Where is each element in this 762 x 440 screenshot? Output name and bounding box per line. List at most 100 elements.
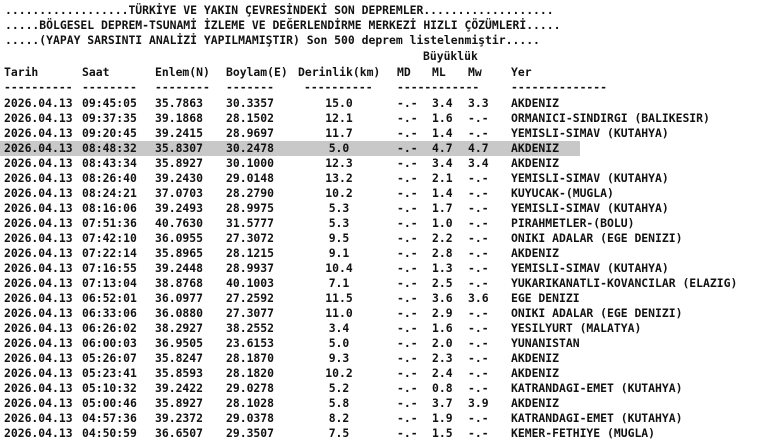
cell-latitude: 40.7630 [155,216,204,230]
cell-longitude: 30.1000 [226,156,275,170]
cell-depth: 12.3 [325,156,353,170]
cell-date: 2026.04.13 [4,366,73,380]
cell-md: -.- [397,306,418,320]
cell-latitude: 38.2927 [155,321,204,335]
cell-longitude: 30.2478 [226,141,275,155]
cell-longitude: 28.1502 [226,111,275,125]
cell-time: 07:16:55 [82,261,137,275]
cell-latitude: 36.9505 [155,336,204,350]
cell-time: 04:57:36 [82,411,137,425]
cell-longitude: 38.2552 [226,321,275,335]
cell-mw: 3.3 [468,96,489,110]
cell-date: 2026.04.13 [4,381,73,395]
cell-time: 09:37:35 [82,111,137,125]
cell-md: -.- [397,156,418,170]
cell-date: 2026.04.13 [4,216,73,230]
cell-md: -.- [397,171,418,185]
cell-location: YEMISLI-SIMAV (KUTAHYA) [511,261,669,275]
cell-longitude: 28.1028 [226,396,275,410]
cell-location: PIRAHMETLER-(BOLU) [511,216,635,230]
cell-depth: 11.0 [325,306,353,320]
cell-location: KEMER-FETHIYE (MUGLA) [511,426,656,440]
cell-date: 2026.04.13 [4,291,73,305]
cell-location: AKDENIZ [511,396,560,410]
cell-latitude: 35.8927 [155,396,204,410]
cell-depth: 9.3 [328,351,350,365]
cell-latitude: 36.0977 [155,291,204,305]
cell-date: 2026.04.13 [4,351,73,365]
cell-latitude: 36.0955 [155,231,204,245]
cell-latitude: 39.2430 [155,171,204,185]
cell-latitude: 37.0703 [155,186,204,200]
cell-longitude: 28.9697 [226,126,275,140]
cell-mw: -.- [468,306,489,320]
cell-time: 06:00:03 [82,336,137,350]
cell-md: -.- [397,366,418,380]
cell-longitude: 29.0278 [226,381,275,395]
cell-date: 2026.04.13 [4,336,73,350]
cell-mw: -.- [468,186,489,200]
cell-ml: 2.2 [432,231,453,245]
cell-ml: 1.3 [432,261,453,275]
cell-md: -.- [397,291,418,305]
cell-md: -.- [397,396,418,410]
cell-latitude: 39.2422 [155,381,204,395]
cell-mw: 3.6 [468,291,489,305]
earthquake-list-screen: ..................TÜRKİYE VE YAKIN ÇEVRE… [0,0,762,440]
cell-location: ORMANICI-SINDIRGI (BALIKESIR) [511,111,710,125]
cell-longitude: 40.1003 [226,276,275,290]
separator-date: ---------- [4,80,73,94]
cell-mw: 4.7 [468,141,489,155]
cell-longitude: 28.1215 [226,246,275,260]
cell-ml: 2.3 [432,351,453,365]
cell-ml: 1.4 [432,186,453,200]
cell-ml: 0.8 [432,381,453,395]
cell-date: 2026.04.13 [4,321,73,335]
cell-date: 2026.04.13 [4,186,73,200]
cell-time: 06:33:06 [82,306,137,320]
cell-time: 06:26:02 [82,321,137,335]
cell-latitude: 35.8965 [155,246,204,260]
cell-latitude: 36.6507 [155,426,204,440]
cell-location: AKDENIZ [511,246,560,260]
cell-depth: 7.1 [328,276,350,290]
cell-time: 07:51:36 [82,216,137,230]
column-header-mw: Mw [468,65,482,79]
cell-md: -.- [397,351,418,365]
cell-ml: 2.1 [432,171,453,185]
cell-location: KATRANDAGI-EMET (KUTAHYA) [511,411,683,425]
cell-latitude: 39.2448 [155,261,204,275]
cell-depth: 10.2 [325,366,353,380]
cell-md: -.- [397,321,418,335]
cell-mw: -.- [468,366,489,380]
column-header-ml: ML [432,65,446,79]
cell-depth: 5.0 [328,336,350,350]
cell-mw: -.- [468,126,489,140]
header-note: .....(YAPAY SARSINTI ANALİZİ YAPILMAMIŞT… [5,33,540,47]
cell-depth: 15.0 [325,96,353,110]
cell-mw: -.- [468,201,489,215]
cell-depth: 7.5 [328,426,350,440]
cell-ml: 1.5 [432,426,453,440]
cell-time: 09:45:05 [82,96,137,110]
cell-ml: 2.0 [432,336,453,350]
cell-ml: 3.4 [432,96,453,110]
cell-longitude: 29.0378 [226,411,275,425]
cell-time: 05:10:32 [82,381,137,395]
cell-ml: 2.5 [432,276,453,290]
cell-mw: -.- [468,171,489,185]
cell-date: 2026.04.13 [4,111,73,125]
cell-location: YEMISLI-SIMAV (KUTAHYA) [511,201,669,215]
separator-magnitude: ------------ [397,80,480,94]
cell-depth: 5.8 [328,396,350,410]
cell-depth: 9.1 [328,246,350,260]
cell-mw: -.- [468,411,489,425]
cell-md: -.- [397,96,418,110]
cell-time: 07:42:10 [82,231,137,245]
cell-latitude: 35.8593 [155,366,204,380]
cell-location: YEMISLI-SIMAV (KUTAHYA) [511,126,669,140]
cell-location: AKDENIZ [511,366,560,380]
cell-time: 08:16:06 [82,201,137,215]
cell-depth: 5.2 [328,381,350,395]
cell-depth: 13.2 [325,171,353,185]
